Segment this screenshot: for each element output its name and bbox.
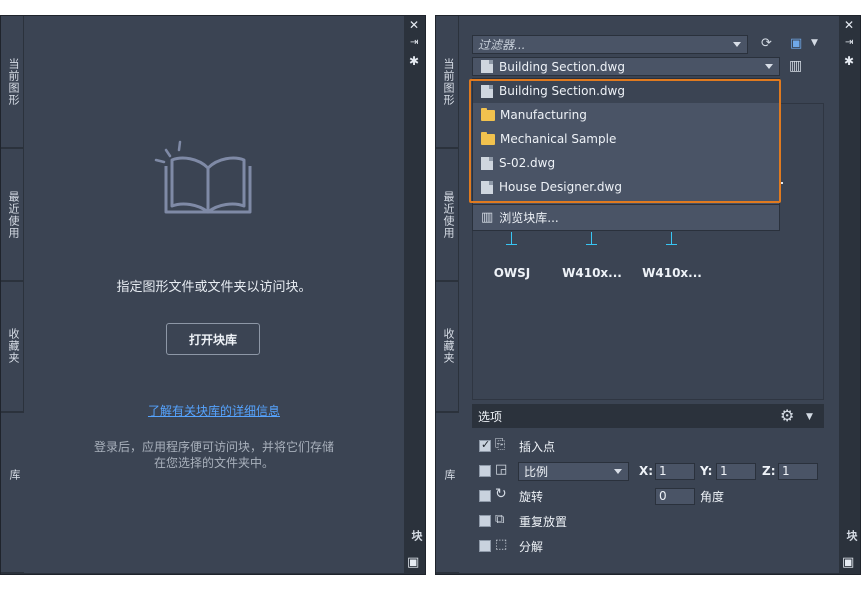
- tab-library-right[interactable]: 库: [436, 413, 459, 573]
- browse-library-icon[interactable]: ▥: [789, 59, 802, 73]
- repeat-placement-checkbox[interactable]: [479, 515, 491, 527]
- view-options-chevron-icon[interactable]: ▼: [811, 37, 818, 50]
- browse-library-icon: ▥: [481, 209, 494, 225]
- insert-point-label: 插入点: [519, 440, 556, 454]
- y-label: Y:: [700, 464, 713, 478]
- scale-icon: ◲: [495, 462, 508, 477]
- insert-point-checkbox[interactable]: [479, 438, 491, 452]
- x-label: X:: [639, 464, 654, 478]
- close-icon[interactable]: ✕: [409, 19, 419, 31]
- tab-favorites-right[interactable]: 收藏夹: [436, 282, 459, 412]
- repeat-placement-icon: ⧉: [495, 512, 505, 527]
- open-library-button[interactable]: 打开块库: [166, 323, 260, 355]
- explode-checkbox[interactable]: [479, 540, 491, 552]
- scale-mode-select[interactable]: 比例: [518, 462, 629, 481]
- scale-x-input[interactable]: 1: [655, 463, 695, 480]
- scale-z-input[interactable]: 1: [778, 463, 818, 480]
- hidden-block-dot: [781, 182, 783, 184]
- tab-favorites[interactable]: 收藏夹: [1, 282, 24, 412]
- angle-label: 角度: [700, 490, 725, 504]
- chevron-down-icon: [765, 64, 773, 69]
- palette-title: 块: [410, 530, 423, 542]
- tab-favorites-right-label: 收藏夹: [442, 328, 455, 364]
- tab-current-drawing-right[interactable]: 当前图形: [436, 16, 459, 148]
- explode-label: 分解: [519, 540, 544, 554]
- chevron-down-icon[interactable]: ▼: [806, 411, 813, 424]
- signin-note-line1: 登录后，应用程序便可访问块，并将它们存储: [93, 440, 334, 454]
- block-item-owsj[interactable]: OWSJ: [482, 266, 542, 280]
- autohide-icon[interactable]: ⇥: [845, 37, 853, 49]
- right-palette-rail: ✕ ⇥ ✱ 块 ▣: [839, 16, 860, 573]
- repeat-placement-label: 重复放置: [519, 515, 568, 529]
- dropdown-browse-label: 浏览块库...: [499, 210, 559, 225]
- tab-current-drawing-label: 当前图形: [7, 58, 20, 106]
- scale-y-input[interactable]: 1: [716, 463, 756, 480]
- refresh-library-icon[interactable]: ⟳: [761, 37, 772, 50]
- rotation-icon: ↻: [495, 486, 507, 502]
- insertion-point-marker: [666, 232, 677, 245]
- tab-recent-right-label: 最近使用: [442, 191, 455, 239]
- close-icon[interactable]: ✕: [844, 19, 854, 31]
- dropdown-browse-library[interactable]: ▥ 浏览块库...: [473, 205, 779, 229]
- block-palette-icon: ▣: [842, 555, 855, 570]
- block-item-w410-2[interactable]: W410x...: [642, 266, 702, 280]
- tab-favorites-label: 收藏夹: [7, 328, 20, 364]
- chevron-down-icon: [614, 469, 622, 474]
- open-book-icon: [154, 140, 252, 214]
- properties-icon[interactable]: ✱: [409, 55, 419, 67]
- scale-mode-value: 比例: [524, 465, 549, 479]
- thumbnail-view-icon[interactable]: ▣: [790, 37, 802, 50]
- tab-current-drawing[interactable]: 当前图形: [1, 16, 24, 148]
- filter-input[interactable]: 过滤器...: [472, 35, 748, 54]
- tab-current-drawing-right-label: 当前图形: [442, 58, 455, 106]
- tab-recent-label: 最近使用: [7, 191, 20, 239]
- tab-library-right-label: 库: [443, 469, 456, 481]
- tab-library-label: 库: [8, 469, 21, 481]
- left-content-area: 指定图形文件或文件夹以访问块。 打开块库 了解有关块库的详细信息 登录后，应用程…: [24, 16, 404, 573]
- properties-icon[interactable]: ✱: [844, 55, 854, 67]
- rotation-label: 旋转: [519, 490, 544, 504]
- empty-state-message: 指定图形文件或文件夹以访问块。: [116, 280, 312, 295]
- gear-icon[interactable]: ⚙: [780, 408, 794, 424]
- dwg-file-icon: [481, 60, 493, 73]
- z-label: Z:: [762, 464, 776, 478]
- library-source-value: Building Section.dwg: [499, 59, 625, 74]
- block-palette-icon: ▣: [407, 555, 420, 570]
- insert-point-icon: ⎘: [495, 437, 506, 452]
- explode-icon: ⬚: [495, 537, 508, 552]
- chevron-down-icon: [733, 42, 741, 47]
- options-title: 选项: [478, 409, 503, 424]
- library-source-select[interactable]: Building Section.dwg: [472, 57, 780, 76]
- insertion-point-marker: [586, 232, 597, 245]
- tab-recent-right[interactable]: 最近使用: [436, 149, 459, 281]
- autohide-icon[interactable]: ⇥: [410, 37, 418, 49]
- block-item-w410-1[interactable]: W410x...: [562, 266, 622, 280]
- rotation-checkbox[interactable]: [479, 490, 491, 502]
- scale-checkbox[interactable]: [479, 465, 491, 477]
- tab-library[interactable]: 库: [1, 413, 24, 573]
- insertion-point-marker: [506, 232, 517, 245]
- filter-placeholder: 过滤器...: [478, 38, 526, 52]
- learn-more-link[interactable]: 了解有关块库的详细信息: [24, 402, 404, 419]
- signin-note-line2: 在您选择的文件夹中。: [153, 456, 274, 470]
- dropdown-highlight-frame: [469, 79, 781, 203]
- left-palette-rail: ✕ ⇥ ✱ 块 ▣: [404, 16, 425, 573]
- options-header[interactable]: 选项: [472, 404, 824, 428]
- palette-title-right: 块: [845, 530, 858, 542]
- tab-recent[interactable]: 最近使用: [1, 149, 24, 281]
- rotation-angle-input[interactable]: 0: [655, 488, 695, 505]
